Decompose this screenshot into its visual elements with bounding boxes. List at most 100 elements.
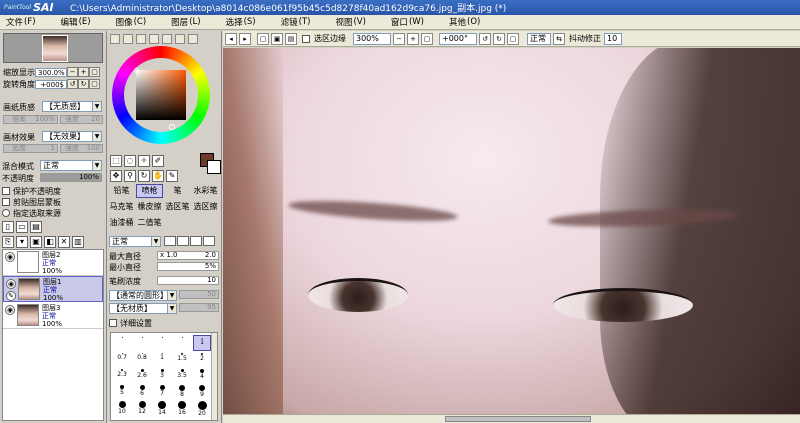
- effect-strength-slider[interactable]: 强度 100: [60, 144, 103, 153]
- deselect-icon[interactable]: ▢: [257, 32, 269, 45]
- brush-size-cell[interactable]: [153, 335, 171, 351]
- brush-size-cell[interactable]: 20: [193, 399, 211, 417]
- copy-layer-icon[interactable]: ⎘: [2, 236, 14, 248]
- menu-view[interactable]: 视图 (V): [329, 16, 371, 28]
- paper-strength-slider[interactable]: 强度 20: [60, 115, 103, 124]
- zoom-select[interactable]: 300%: [353, 32, 391, 45]
- rotation-select[interactable]: +000°: [439, 32, 477, 45]
- checkbox[interactable]: [109, 319, 117, 327]
- layer-item[interactable]: ◉ 图层2 正常 100%: [3, 250, 103, 276]
- brush-size-cell[interactable]: 1.5: [173, 351, 191, 367]
- edge-hard-icon[interactable]: [164, 236, 176, 246]
- scrollbar-thumb[interactable]: [445, 416, 591, 422]
- clear-layer-icon[interactable]: ◧: [44, 236, 56, 248]
- edge-medium-icon[interactable]: [177, 236, 189, 246]
- brush-size-cell[interactable]: 5: [113, 383, 131, 399]
- brush-size-cell[interactable]: 3.5: [173, 367, 191, 383]
- blend-select[interactable]: 正常: [527, 32, 551, 45]
- menu-window[interactable]: 窗口 (W): [385, 16, 430, 28]
- paper-texture-dropdown[interactable]: 【无质感】 ▼: [42, 101, 102, 112]
- brush-size-cell[interactable]: [113, 335, 131, 351]
- brush-size-cell[interactable]: 9: [193, 383, 211, 399]
- lasso-icon[interactable]: ◌: [124, 155, 136, 167]
- brush-texture-dropdown[interactable]: 【无材质】 ▼: [109, 303, 177, 314]
- zoom-in-icon[interactable]: +: [407, 32, 419, 45]
- swatches-tab-icon[interactable]: [149, 34, 159, 44]
- drawing-canvas[interactable]: [223, 48, 800, 414]
- paper-effect-dropdown[interactable]: 【无效果】 ▼: [42, 131, 102, 142]
- merge-down-icon[interactable]: ▾: [16, 236, 28, 248]
- color-picker-icon[interactable]: ✎: [166, 170, 178, 182]
- brush-size-cell[interactable]: 1: [153, 351, 171, 367]
- radio[interactable]: [2, 209, 10, 217]
- zoom-out-button[interactable]: −: [67, 67, 78, 77]
- mixer-tab-icon[interactable]: [162, 34, 172, 44]
- tool-pencil[interactable]: 铅笔: [108, 184, 135, 198]
- redo-icon[interactable]: ▸: [239, 32, 251, 45]
- brush-size-cell[interactable]: 2.3: [113, 367, 131, 383]
- detail-settings-check[interactable]: 详细设置: [109, 318, 152, 328]
- select-all-icon[interactable]: ▤: [285, 32, 297, 45]
- paper-scale-slider[interactable]: 倍率 100%: [3, 115, 58, 124]
- selection-edge-checkbox[interactable]: [302, 34, 310, 43]
- brush-texture-slider[interactable]: 95: [179, 303, 219, 312]
- preserve-opacity-check[interactable]: 保护不透明度: [2, 186, 61, 196]
- blend-mode-dropdown[interactable]: 正常 ▼: [40, 160, 102, 171]
- move-icon[interactable]: ✥: [110, 170, 122, 182]
- zoom-in-button[interactable]: +: [78, 67, 89, 77]
- rotate-left-icon[interactable]: ↺: [479, 32, 491, 45]
- lock-layer-icon[interactable]: ▥: [72, 236, 84, 248]
- menu-edit[interactable]: 编辑 (E): [55, 16, 97, 28]
- tool-airbrush[interactable]: 喷枪: [136, 184, 163, 198]
- brush-size-cell-selected[interactable]: 1: [193, 335, 211, 351]
- brush-size-cell[interactable]: 16: [173, 399, 191, 416]
- rotate-field[interactable]: +000$: [35, 79, 67, 89]
- rotate-reset-button[interactable]: ▢: [89, 79, 100, 89]
- rotate-right-icon[interactable]: ↻: [493, 32, 505, 45]
- undo-icon[interactable]: ◂: [225, 32, 237, 45]
- new-layer-set-icon[interactable]: ▭: [16, 221, 28, 233]
- rotate-right-button[interactable]: ↻: [78, 79, 89, 89]
- tool-bucket[interactable]: 油漆桶: [108, 216, 135, 230]
- tool-select-eraser[interactable]: 选区擦: [192, 200, 219, 214]
- clipping-mask-check[interactable]: 剪贴图层蒙板: [2, 197, 61, 207]
- brush-icon[interactable]: ✎: [6, 291, 16, 301]
- zoom-out-icon[interactable]: −: [393, 32, 405, 45]
- rotate-reset-icon[interactable]: ▢: [507, 32, 519, 45]
- brush-size-cell[interactable]: 12: [133, 399, 151, 415]
- tool-brush[interactable]: 笔: [164, 184, 191, 198]
- brush-shape-slider[interactable]: 50: [179, 290, 219, 299]
- brush-size-cell[interactable]: 8: [173, 383, 191, 399]
- density-slider[interactable]: 10: [157, 276, 219, 285]
- hand-icon[interactable]: ✋: [152, 170, 164, 182]
- brush-size-cell[interactable]: 2: [193, 351, 211, 367]
- opacity-slider[interactable]: 100%: [40, 173, 102, 182]
- zoom-reset-icon[interactable]: ▢: [421, 32, 433, 45]
- color-cursor[interactable]: [169, 124, 175, 130]
- hue-marker[interactable]: [134, 68, 139, 73]
- tool-select-pen[interactable]: 选区笔: [164, 200, 191, 214]
- zoom-reset-button[interactable]: ▢: [89, 67, 100, 77]
- rotate-left-button[interactable]: ↺: [67, 79, 78, 89]
- color-wheel-tab-icon[interactable]: [110, 34, 120, 44]
- brush-size-cell[interactable]: 0.8: [133, 351, 151, 367]
- layer-item-selected[interactable]: ◉ ✎ 图层1 正常 100%: [3, 276, 103, 302]
- checkbox[interactable]: [2, 198, 10, 206]
- rect-select-icon[interactable]: ⬚: [110, 155, 122, 167]
- navigator-preview[interactable]: [3, 33, 103, 63]
- magic-wand-icon[interactable]: ✧: [138, 155, 150, 167]
- menu-image[interactable]: 图像 (C): [110, 16, 153, 28]
- brush-size-cell[interactable]: 0.7: [113, 351, 131, 367]
- checkbox[interactable]: [2, 187, 10, 195]
- menu-select[interactable]: 选择 (S): [220, 16, 262, 28]
- eye-icon[interactable]: ◉: [5, 305, 15, 315]
- edge-softest-icon[interactable]: [203, 236, 215, 246]
- brush-size-cell[interactable]: 4: [193, 367, 211, 383]
- zoom-field[interactable]: 300.0%: [35, 67, 67, 77]
- palette-tab-icon[interactable]: [175, 34, 185, 44]
- brush-size-scrollbar[interactable]: [211, 333, 217, 420]
- brush-size-cell[interactable]: [133, 335, 151, 351]
- eye-icon[interactable]: ◉: [6, 279, 16, 289]
- new-layer-icon[interactable]: ▯: [2, 221, 14, 233]
- menu-file[interactable]: 文件 (F): [0, 16, 42, 28]
